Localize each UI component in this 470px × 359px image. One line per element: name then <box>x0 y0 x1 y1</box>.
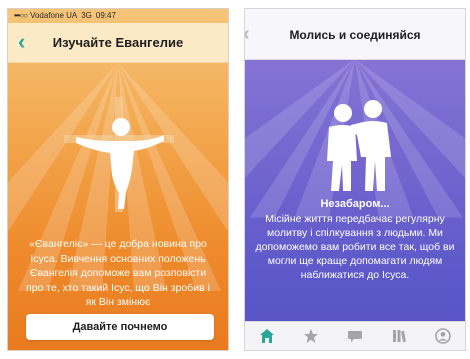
page-title: Изучайте Евангелие <box>52 35 184 50</box>
intro-text: «Євангеліє» — це добра новина про Ісуса.… <box>26 238 210 308</box>
home-icon <box>260 329 274 343</box>
chat-icon <box>348 331 362 342</box>
page-title: Молись и соединяйся <box>289 28 421 42</box>
carrier-name: Vodafone UA <box>30 11 78 20</box>
tab-favorites[interactable] <box>300 325 322 347</box>
star-icon <box>304 329 318 343</box>
description-text: Місійне життя передбачає регулярну молит… <box>255 213 455 281</box>
two-friends-icon <box>327 100 391 191</box>
start-button[interactable]: Давайте почнемо <box>26 314 214 340</box>
profile-icon <box>435 328 451 344</box>
crucifix-icon <box>64 97 174 212</box>
nav-bar: Изучайте Евангелие ‹ <box>8 23 228 63</box>
library-icon <box>393 330 406 343</box>
right-phone-screen: ‹ Молись и соединяйся Незабаром... Місій… <box>244 8 466 351</box>
chevron-left-icon: ‹ <box>18 29 26 54</box>
nav-bar: ‹ Молись и соединяйся <box>245 9 465 60</box>
tab-bar <box>245 321 465 350</box>
tab-library[interactable] <box>388 325 410 347</box>
network-type: 3G <box>81 11 92 20</box>
signal-strength: •••○○ <box>14 11 28 20</box>
coming-soon-heading: Незабаром... <box>320 198 390 210</box>
tab-home[interactable] <box>256 325 278 347</box>
clock: 09:47 <box>95 11 116 20</box>
back-button[interactable]: ‹ <box>18 29 25 55</box>
tab-chat[interactable] <box>344 325 366 347</box>
left-phone-screen: •••○○ Vodafone UA 3G 09:47 Изучайте Евангел… <box>7 8 229 351</box>
tab-profile[interactable] <box>432 325 454 347</box>
status-bar: •••○○ Vodafone UA 3G 09:47 <box>8 9 228 23</box>
